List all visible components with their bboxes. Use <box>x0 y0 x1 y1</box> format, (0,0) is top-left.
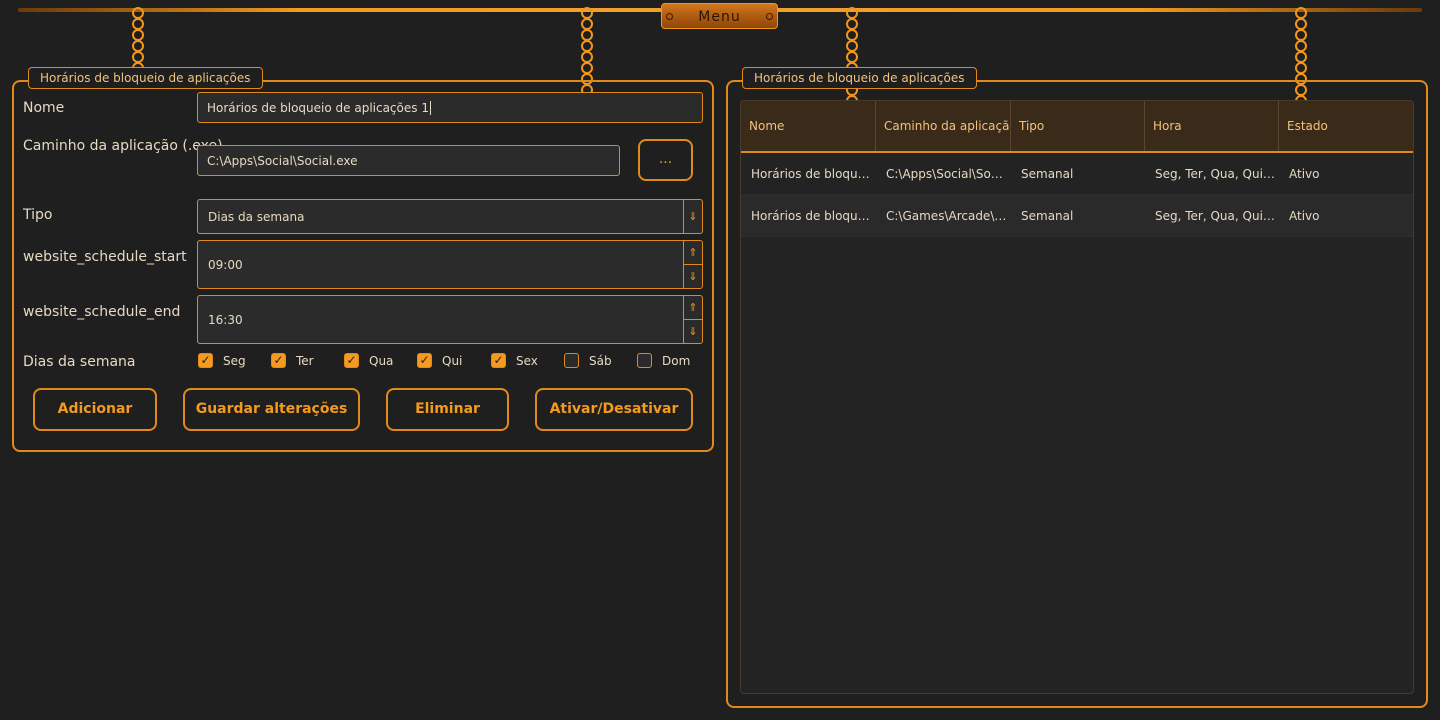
column-header-type[interactable]: Tipo <box>1011 101 1145 151</box>
menu-label: Menu <box>698 9 741 25</box>
table-cell: Semanal <box>1021 167 1074 181</box>
start-time-label: website_schedule_start <box>23 249 187 265</box>
name-input-value: Horários de bloqueio de aplicações 1 <box>207 100 429 115</box>
day-checkbox-seg[interactable]: ✓ <box>198 353 213 368</box>
day-checkbox-ter[interactable]: ✓ <box>271 353 286 368</box>
table-row[interactable]: Horários de bloqueio de aplicações 1 C:\… <box>741 153 1413 195</box>
checkmark-icon[interactable]: ✓ <box>491 353 506 368</box>
type-select[interactable]: Dias da semana ⇓ <box>197 199 703 234</box>
day-label: Sáb <box>589 354 612 368</box>
delete-button[interactable]: Eliminar <box>386 388 509 431</box>
table-cell: C:\Games\Arcade\Arcade.exe <box>886 209 1009 223</box>
name-input[interactable]: Horários de bloqueio de aplicações 1 <box>197 92 703 123</box>
checkmark-icon[interactable]: ✓ <box>344 353 359 368</box>
column-header-status[interactable]: Estado <box>1279 101 1413 151</box>
table-cell: C:\Apps\Social\Social.exe <box>886 167 1009 181</box>
table-header: Nome Caminho da aplicação Tipo Hora Esta… <box>741 101 1413 153</box>
day-checkbox-qua[interactable]: ✓ <box>344 353 359 368</box>
path-input[interactable]: C:\Apps\Social\Social.exe <box>197 145 620 176</box>
table-cell: Seg, Ter, Qua, Qui, Sex <box>1155 209 1277 223</box>
browse-button[interactable]: ... <box>638 139 693 181</box>
start-time-value: 09:00 <box>208 257 243 272</box>
day-checkbox-sex[interactable]: ✓ <box>491 353 506 368</box>
table-cell: Horários de bloqueio de aplicações 2 <box>751 209 874 223</box>
day-checkbox-qui[interactable]: ✓ <box>417 353 432 368</box>
day-label: Qua <box>369 354 394 368</box>
end-time-value: 16:30 <box>208 312 243 327</box>
checkmark-icon[interactable]: ✓ <box>198 353 213 368</box>
checkmark-icon[interactable]: ✓ <box>271 353 286 368</box>
end-time-label: website_schedule_end <box>23 304 181 320</box>
rivet-icon <box>766 13 773 20</box>
rivet-icon <box>666 13 673 20</box>
day-checkbox-sab[interactable] <box>564 353 579 368</box>
column-header-path[interactable]: Caminho da aplicação <box>876 101 1011 151</box>
day-checkbox-dom[interactable] <box>637 353 652 368</box>
decrement-arrow-icon[interactable]: ⇓ <box>683 265 702 288</box>
type-label: Tipo <box>23 207 53 223</box>
end-time-spinbox[interactable]: 16:30 ⇑ ⇓ <box>197 295 703 344</box>
table-cell: Ativo <box>1289 167 1320 181</box>
list-panel-legend: Horários de bloqueio de aplicações <box>742 67 977 89</box>
day-label: Ter <box>296 354 314 368</box>
days-label: Dias da semana <box>23 354 136 370</box>
type-select-value: Dias da semana <box>208 209 305 224</box>
form-panel-legend: Horários de bloqueio de aplicações <box>28 67 263 89</box>
save-button[interactable]: Guardar alterações <box>183 388 360 431</box>
decrement-arrow-icon[interactable]: ⇓ <box>683 320 702 343</box>
chevron-down-icon[interactable]: ⇓ <box>683 200 702 233</box>
name-label: Nome <box>23 100 65 116</box>
increment-arrow-icon[interactable]: ⇑ <box>683 296 702 320</box>
day-label: Sex <box>516 354 538 368</box>
day-label: Qui <box>442 354 463 368</box>
text-caret <box>429 100 431 115</box>
column-header-name[interactable]: Nome <box>741 101 876 151</box>
toggle-active-button[interactable]: Ativar/Desativar <box>535 388 693 431</box>
start-time-spinbox[interactable]: 09:00 ⇑ ⇓ <box>197 240 703 289</box>
schedule-table[interactable]: Nome Caminho da aplicação Tipo Hora Esta… <box>740 100 1414 694</box>
path-input-value: C:\Apps\Social\Social.exe <box>207 153 358 168</box>
add-button[interactable]: Adicionar <box>33 388 157 431</box>
day-label: Dom <box>662 354 691 368</box>
menu-button[interactable]: Menu <box>661 3 778 29</box>
table-row[interactable]: Horários de bloqueio de aplicações 2 C:\… <box>741 195 1413 237</box>
increment-arrow-icon[interactable]: ⇑ <box>683 241 702 265</box>
table-cell: Ativo <box>1289 209 1320 223</box>
path-label: Caminho da aplicação (.exe) <box>23 138 223 154</box>
column-header-time[interactable]: Hora <box>1145 101 1279 151</box>
table-cell: Seg, Ter, Qua, Qui, Sex <box>1155 167 1277 181</box>
table-cell: Semanal <box>1021 209 1074 223</box>
table-cell: Horários de bloqueio de aplicações 1 <box>751 167 874 181</box>
day-label: Seg <box>223 354 246 368</box>
checkmark-icon[interactable]: ✓ <box>417 353 432 368</box>
